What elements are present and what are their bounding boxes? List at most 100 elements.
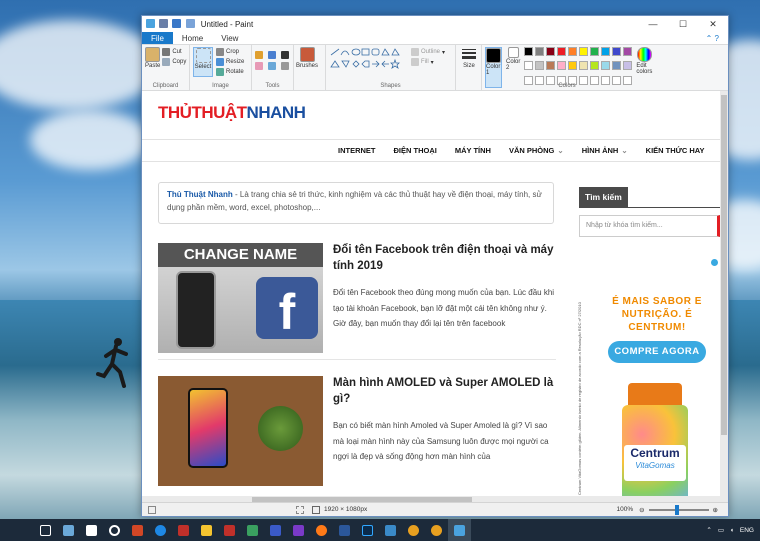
maximize-button[interactable]: ☐ — [668, 16, 698, 32]
game-icon[interactable] — [172, 519, 195, 541]
color-swatch[interactable] — [623, 61, 633, 71]
tab-view[interactable]: View — [212, 32, 247, 44]
color-swatch[interactable] — [568, 47, 578, 56]
advertisement[interactable]: Centrum VitaGomas contém glúten. Aliment… — [578, 257, 720, 496]
cut-button[interactable]: Cut — [162, 47, 186, 57]
crop-button[interactable]: Crop — [216, 47, 244, 57]
selection-icon — [296, 505, 304, 514]
search-input[interactable]: Nhập từ khóa tìm kiếm... — [579, 215, 720, 237]
color-swatch[interactable] — [557, 61, 567, 71]
close-button[interactable]: ✕ — [698, 16, 728, 32]
color-swatch[interactable] — [601, 47, 611, 56]
language-indicator[interactable]: ENG — [740, 527, 754, 534]
nav-item[interactable]: HÌNH ẢNH — [582, 146, 619, 155]
status-bar: 1920 × 1080px 100% ⊖ ⊕ — [142, 502, 728, 516]
article-thumbnail-facebook: CHANGE NAME f — [158, 243, 323, 353]
tray-chevron-icon[interactable]: ⌃ — [706, 526, 711, 534]
word-icon[interactable] — [333, 519, 356, 541]
zoom-in-button[interactable]: ⊕ — [713, 506, 718, 514]
powerpoint-icon[interactable] — [126, 519, 149, 541]
article-card: CHANGE NAME f Đổi tên Facebook trên điện… — [158, 243, 556, 353]
text-icon[interactable] — [281, 51, 289, 59]
color-swatch[interactable] — [590, 47, 600, 56]
resize-button[interactable]: Resize — [216, 57, 244, 67]
rotate-icon — [216, 68, 224, 76]
undo-icon[interactable] — [172, 18, 182, 28]
image-dimensions: 1920 × 1080px — [324, 506, 368, 513]
nav-item[interactable]: MÁY TÍNH — [455, 146, 491, 155]
color2-button[interactable]: Color 2 — [506, 47, 520, 88]
size-button[interactable]: Size — [459, 47, 479, 69]
minimize-button[interactable]: — — [638, 16, 668, 32]
color-swatch[interactable] — [612, 61, 622, 71]
task-view-icon[interactable] — [34, 519, 57, 541]
nav-item[interactable]: VĂN PHÒNG — [509, 146, 554, 155]
color1-button[interactable]: Color 1 — [485, 47, 502, 88]
ftp-icon[interactable] — [218, 519, 241, 541]
color-swatch[interactable] — [590, 61, 600, 71]
article-card: Màn hình AMOLED và Super AMOLED là gì? B… — [158, 376, 556, 486]
color-swatch[interactable] — [546, 47, 556, 56]
tab-home[interactable]: Home — [173, 32, 212, 44]
media-player-icon[interactable] — [103, 519, 126, 541]
photo-editor-icon[interactable] — [241, 519, 264, 541]
color-swatch[interactable] — [535, 47, 545, 56]
color-swatch[interactable] — [546, 61, 556, 71]
color-swatch[interactable] — [579, 47, 589, 56]
color-picker-icon[interactable] — [268, 62, 276, 70]
photoshop-icon[interactable] — [356, 519, 379, 541]
redo-icon[interactable] — [185, 18, 195, 28]
nav-item[interactable]: KIẾN THỨC HAY — [646, 146, 705, 155]
fill-dropdown[interactable]: Fill ▾ — [411, 57, 445, 67]
fill-icon[interactable] — [268, 51, 276, 59]
store-icon[interactable] — [80, 519, 103, 541]
color-swatch[interactable] — [623, 47, 633, 56]
brushes-button[interactable]: Brushes — [296, 47, 318, 69]
color-swatch[interactable] — [601, 61, 611, 71]
article-title[interactable]: Đổi tên Facebook trên điện thoại và máy … — [333, 243, 558, 274]
article-title[interactable]: Màn hình AMOLED và Super AMOLED là gì? — [333, 376, 558, 407]
vertical-scrollbar[interactable] — [720, 91, 728, 504]
sticky-notes-icon[interactable] — [57, 519, 80, 541]
color-palette[interactable] — [524, 47, 633, 88]
zoom-slider[interactable] — [648, 504, 709, 515]
visual-studio-icon[interactable] — [287, 519, 310, 541]
magnifier-icon[interactable] — [281, 62, 289, 70]
adchoices-icon[interactable] — [711, 259, 718, 266]
chrome-icon-2[interactable] — [425, 519, 448, 541]
tools-group: Tools — [252, 45, 294, 90]
select-button[interactable]: Select — [193, 47, 213, 77]
paint-taskbar-icon[interactable] — [448, 519, 471, 541]
save-icon[interactable] — [159, 18, 169, 28]
network-icon[interactable]: ▭ — [718, 526, 724, 534]
outline-dropdown[interactable]: Outline ▾ — [411, 47, 445, 57]
firefox-icon[interactable] — [310, 519, 333, 541]
color-swatch[interactable] — [524, 47, 534, 56]
color-swatch[interactable] — [557, 47, 567, 56]
color-swatch[interactable] — [579, 61, 589, 71]
paint-canvas-area[interactable]: THỦTHUẬTNHANH INTERNET ĐIỆN THOẠI MÁY TÍNH… — [142, 91, 728, 504]
app-icon[interactable] — [264, 519, 287, 541]
tab-file[interactable]: File — [142, 32, 173, 44]
explorer-icon[interactable] — [195, 519, 218, 541]
rotate-button[interactable]: Rotate — [216, 67, 244, 77]
volume-icon[interactable]: ◖ — [730, 527, 734, 534]
color-swatch[interactable] — [535, 61, 545, 71]
zoom-out-button[interactable]: ⊖ — [639, 506, 644, 514]
nav-item[interactable]: INTERNET — [338, 146, 376, 155]
pencil-icon[interactable] — [255, 51, 263, 59]
copy-button[interactable]: Copy — [162, 57, 186, 67]
edge-icon[interactable] — [149, 519, 172, 541]
chrome-icon[interactable] — [402, 519, 425, 541]
shapes-gallery[interactable] — [329, 47, 407, 75]
ad-cta-button[interactable]: COMPRE AGORA — [608, 341, 706, 363]
color-swatch[interactable] — [524, 61, 534, 71]
help-icon[interactable]: ⌃ ? — [697, 32, 728, 44]
color-swatch[interactable] — [612, 47, 622, 56]
app-icon-2[interactable] — [379, 519, 402, 541]
nav-item[interactable]: ĐIỆN THOẠI — [394, 146, 437, 155]
paste-button[interactable]: Paste — [145, 47, 160, 69]
edit-colors-button[interactable]: Edit colors — [636, 47, 652, 88]
color-swatch[interactable] — [568, 61, 578, 71]
eraser-icon[interactable] — [255, 62, 263, 70]
